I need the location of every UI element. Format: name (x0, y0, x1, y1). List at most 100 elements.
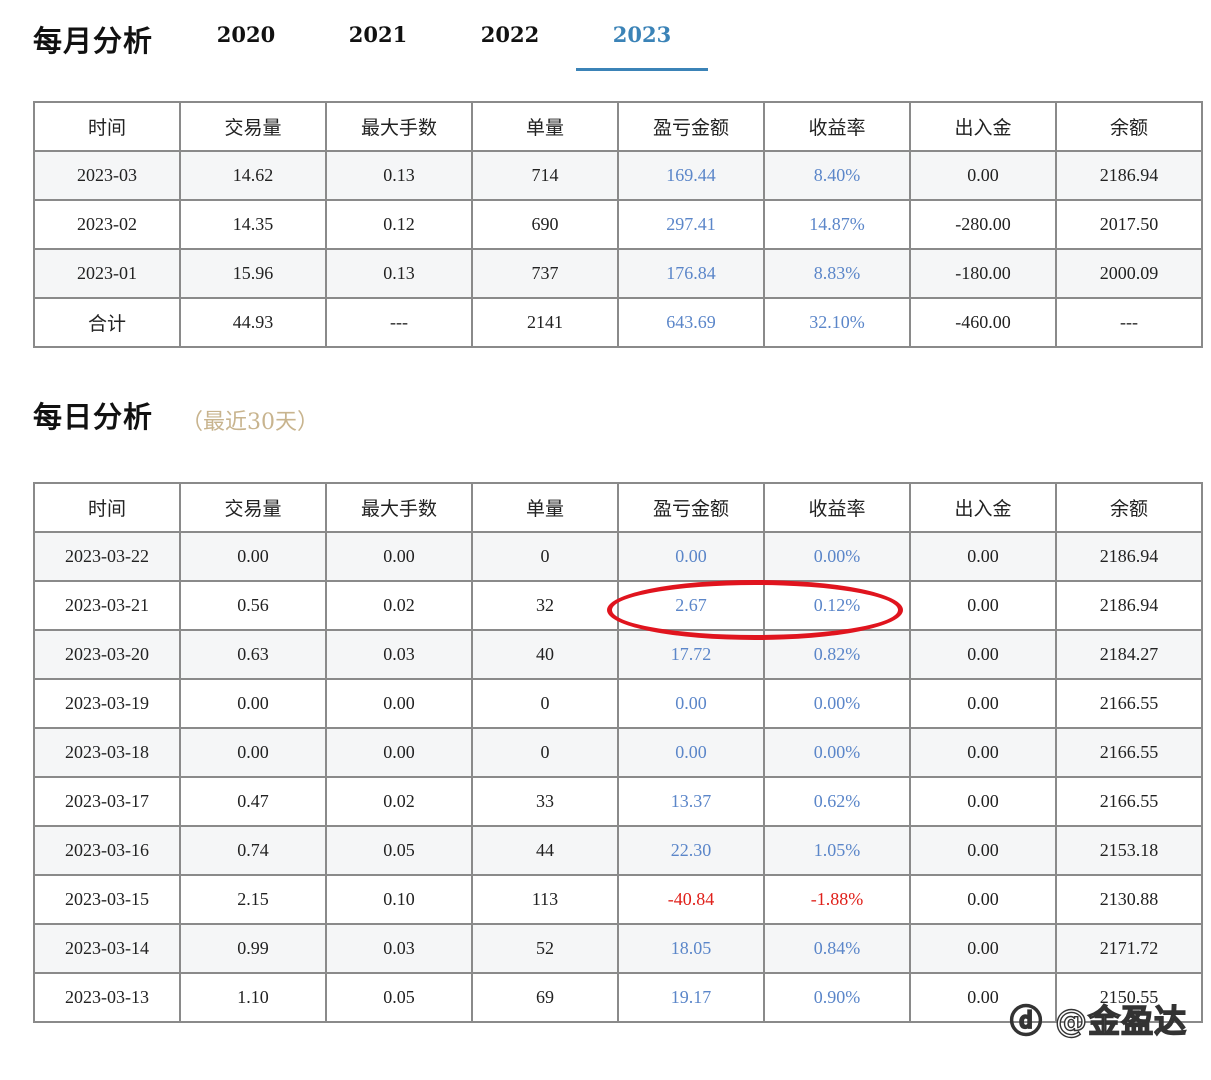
cell-time: 2023-03-13 (33, 972, 181, 1023)
table-row: 2023-03-18 0.00 0.00 0 0.00 0.00% 0.00 2166.55 (33, 727, 1203, 778)
cell-volume: 0.00 (179, 727, 327, 778)
cell-time: 2023-01 (33, 248, 181, 299)
cell-time: 2023-03-20 (33, 629, 181, 680)
cell-return-rate: 0.00% (763, 727, 911, 778)
cell-profit-loss: 0.00 (617, 678, 765, 729)
cell-deposit-withdrawal: 0.00 (909, 150, 1057, 201)
cell-volume: 0.74 (179, 825, 327, 876)
cell-return-rate: 0.62% (763, 776, 911, 827)
monthly-header-profit-loss: 盈亏金额 (617, 101, 765, 152)
cell-volume: 0.00 (179, 678, 327, 729)
cell-volume: 0.63 (179, 629, 327, 680)
cell-profit-loss: 169.44 (617, 150, 765, 201)
cell-profit-loss: 19.17 (617, 972, 765, 1023)
tab-2020[interactable]: 2020 (180, 22, 312, 71)
cell-max-lots: 0.05 (325, 972, 473, 1023)
cell-volume: 0.56 (179, 580, 327, 631)
cell-orders: 690 (471, 199, 619, 250)
year-tabs: 2020 2021 2022 2023 (180, 22, 708, 71)
cell-deposit-withdrawal: 0.00 (909, 580, 1057, 631)
cell-balance: 2186.94 (1055, 580, 1203, 631)
daily-header-orders: 单量 (471, 482, 619, 533)
monthly-table: 时间 交易量 最大手数 单量 盈亏金额 收益率 出入金 余额 2023-03 14.62 0.13… (33, 101, 1203, 348)
cell-deposit-withdrawal: -180.00 (909, 248, 1057, 299)
cell-profit-loss: 643.69 (617, 297, 765, 348)
cell-volume: 14.35 (179, 199, 327, 250)
cell-return-rate: 1.05% (763, 825, 911, 876)
daily-table-body: 2023-03-22 0.00 0.00 0 0.00 0.00% 0.00 2186.94 2… (33, 531, 1203, 1023)
daily-table: 时间 交易量 最大手数 单量 盈亏金额 收益率 出入金 余额 2023-03-22 0.00 0.… (33, 482, 1203, 1023)
cell-deposit-withdrawal: 0.00 (909, 776, 1057, 827)
monthly-table-body: 2023-03 14.62 0.13 714 169.44 8.40% 0.00 2186.9… (33, 150, 1203, 348)
cell-time: 合计 (33, 297, 181, 348)
cell-deposit-withdrawal: 0.00 (909, 874, 1057, 925)
daily-header-time: 时间 (33, 482, 181, 533)
monthly-header-return-rate: 收益率 (763, 101, 911, 152)
cell-profit-loss: 13.37 (617, 776, 765, 827)
cell-balance: 2171.72 (1055, 923, 1203, 974)
cell-return-rate: 8.83% (763, 248, 911, 299)
cell-profit-loss: 2.67 (617, 580, 765, 631)
cell-orders: 40 (471, 629, 619, 680)
cell-balance: 2186.94 (1055, 150, 1203, 201)
cell-orders: 113 (471, 874, 619, 925)
cell-balance: 2166.55 (1055, 678, 1203, 729)
cell-profit-loss: -40.84 (617, 874, 765, 925)
cell-orders: 737 (471, 248, 619, 299)
cell-volume: 1.10 (179, 972, 327, 1023)
monthly-header-volume: 交易量 (179, 101, 327, 152)
cell-return-rate: 8.40% (763, 150, 911, 201)
cell-time: 2023-03-22 (33, 531, 181, 582)
cell-volume: 0.00 (179, 531, 327, 582)
table-row: 2023-01 15.96 0.13 737 176.84 8.83% -180.00 200… (33, 248, 1203, 299)
cell-volume: 15.96 (179, 248, 327, 299)
cell-profit-loss: 176.84 (617, 248, 765, 299)
daily-header-deposit-withdrawal: 出入金 (909, 482, 1057, 533)
cell-deposit-withdrawal: 0.00 (909, 923, 1057, 974)
daily-analysis-subtitle: （最近30天） (181, 410, 319, 435)
cell-return-rate: 0.12% (763, 580, 911, 631)
cell-orders: 69 (471, 972, 619, 1023)
table-row: 2023-03-15 2.15 0.10 113 -40.84 -1.88% 0.00 213… (33, 874, 1203, 925)
cell-max-lots: 0.00 (325, 531, 473, 582)
tab-2022[interactable]: 2022 (444, 22, 576, 71)
cell-orders: 52 (471, 923, 619, 974)
cell-balance: --- (1055, 297, 1203, 348)
cell-balance: 2130.88 (1055, 874, 1203, 925)
cell-return-rate: 32.10% (763, 297, 911, 348)
cell-max-lots: 0.13 (325, 248, 473, 299)
cell-volume: 0.47 (179, 776, 327, 827)
cell-orders: 0 (471, 678, 619, 729)
cell-deposit-withdrawal: -280.00 (909, 199, 1057, 250)
table-row: 合计 44.93 --- 2141 643.69 32.10% -460.00 --- (33, 297, 1203, 348)
cell-return-rate: 0.82% (763, 629, 911, 680)
cell-time: 2023-03-19 (33, 678, 181, 729)
cell-return-rate: 0.00% (763, 531, 911, 582)
cell-time: 2023-02 (33, 199, 181, 250)
cell-max-lots: 0.00 (325, 678, 473, 729)
cell-orders: 44 (471, 825, 619, 876)
cell-balance: 2184.27 (1055, 629, 1203, 680)
cell-time: 2023-03-17 (33, 776, 181, 827)
daily-header-profit-loss: 盈亏金额 (617, 482, 765, 533)
cell-balance: 2000.09 (1055, 248, 1203, 299)
cell-return-rate: 14.87% (763, 199, 911, 250)
cell-orders: 714 (471, 150, 619, 201)
cell-return-rate: 0.90% (763, 972, 911, 1023)
tab-2023[interactable]: 2023 (576, 22, 708, 71)
cell-max-lots: 0.02 (325, 776, 473, 827)
table-row: 2023-03-19 0.00 0.00 0 0.00 0.00% 0.00 2166.55 (33, 678, 1203, 729)
table-row: 2023-03-16 0.74 0.05 44 22.30 1.05% 0.00 2153.1… (33, 825, 1203, 876)
cell-max-lots: 0.13 (325, 150, 473, 201)
cell-volume: 14.62 (179, 150, 327, 201)
cell-profit-loss: 297.41 (617, 199, 765, 250)
monthly-header-row: 时间 交易量 最大手数 单量 盈亏金额 收益率 出入金 余额 (33, 101, 1203, 152)
table-row: 2023-03-21 0.56 0.02 32 2.67 0.12% 0.00 2186.94 (33, 580, 1203, 631)
watermark-logo: ⓓ @金盈达 (1009, 1001, 1188, 1040)
cell-deposit-withdrawal: 0.00 (909, 629, 1057, 680)
cell-volume: 44.93 (179, 297, 327, 348)
cell-orders: 0 (471, 727, 619, 778)
monthly-header-max-lots: 最大手数 (325, 101, 473, 152)
daily-header-return-rate: 收益率 (763, 482, 911, 533)
tab-2021[interactable]: 2021 (312, 22, 444, 71)
